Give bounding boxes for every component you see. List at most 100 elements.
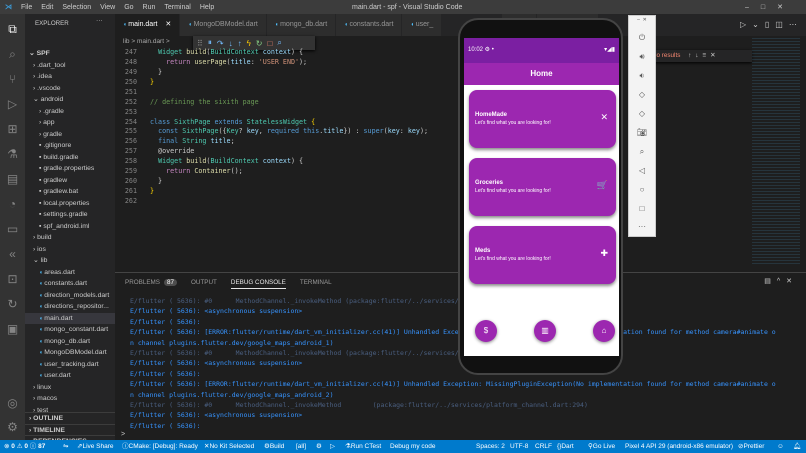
category-card-homemade[interactable]: HomeMade Let's find what you are looking … [469, 90, 616, 148]
tree-item[interactable]: ▪ settings.gradle [25, 209, 115, 221]
volume-up-icon[interactable]: 🔊︎ [629, 52, 655, 62]
more-icon[interactable]: ··· [629, 222, 655, 231]
tree-item[interactable]: ▪ build.gradle [25, 152, 115, 164]
panel-tab-problems[interactable]: PROBLEMS 87 [125, 279, 178, 289]
tree-item[interactable]: ◖ direction_models.dart [25, 290, 115, 302]
debug-my-code[interactable]: Debug my code [390, 440, 436, 453]
timeline-icon[interactable]: ◔ [5, 197, 20, 212]
folder-icon[interactable]: ▭ [5, 222, 20, 237]
flutter-icon[interactable]: « [5, 247, 20, 262]
build-button[interactable]: ⚙ Build [264, 440, 284, 453]
tree-item[interactable]: › gradle [25, 129, 115, 141]
tree-root[interactable]: ⌄ SPF [25, 48, 115, 60]
tree-item[interactable]: ⌄ lib [25, 255, 115, 267]
tab[interactable]: ◖ main.dart ✕ [115, 14, 181, 36]
testing-icon[interactable]: ⚗ [5, 147, 20, 162]
indentation-status[interactable]: Spaces: 2 [476, 440, 505, 453]
tree-item[interactable]: ◖ constants.dart [25, 278, 115, 290]
tree-item[interactable]: ◖ user.dart [25, 370, 115, 382]
menu-view[interactable]: View [100, 4, 115, 11]
editor-actions[interactable]: ▷⌄▯◫⋯ [740, 14, 803, 36]
tab[interactable]: ◖ MongoDBModel.dart [180, 14, 267, 36]
tree-item[interactable]: ⌄ android [25, 94, 115, 106]
menu-edit[interactable]: Edit [41, 4, 53, 11]
tree-item[interactable]: ◖ main.dart [25, 312, 115, 324]
tree-item[interactable]: ▪ gradlew.bat [25, 186, 115, 198]
panel-tab-debug-console[interactable]: DEBUG CONSOLE [230, 279, 286, 289]
close-icon[interactable]: ✕ [163, 21, 171, 28]
tree-item[interactable]: › macos [25, 393, 115, 405]
feedback-icon[interactable]: ☺ [777, 440, 784, 453]
run-debug-icon[interactable]: ▷ [5, 97, 20, 112]
language-status[interactable]: {} Dart [557, 440, 574, 453]
breadcrumb-file[interactable]: main.dart [137, 38, 164, 45]
go-live-button[interactable]: ⚲ Go Live [588, 440, 615, 453]
menu-go[interactable]: Go [124, 4, 133, 11]
target-button[interactable]: [all] [296, 440, 306, 453]
notebook-icon[interactable]: ▤ [5, 172, 20, 187]
tree-item[interactable]: › app [25, 117, 115, 129]
menu-run[interactable]: Run [143, 4, 156, 11]
category-card-meds[interactable]: Meds Let's find what you are looking for!… [469, 226, 616, 284]
recents-icon[interactable]: ■ [582, 347, 587, 356]
tree-item[interactable]: ◖ user_tracking.dart [25, 359, 115, 371]
window-controls[interactable]: –□✕ [745, 3, 795, 11]
tree-item[interactable]: ▪ spf_android.iml [25, 221, 115, 233]
find-nav-buttons[interactable]: ↑↓≡✕ [688, 52, 719, 59]
zoom-icon[interactable]: ⌕ [629, 147, 655, 157]
device-status[interactable]: Pixel 4 API 29 (android-x86 emulator) [625, 440, 733, 453]
bank-fab[interactable]: ⌂ [593, 320, 615, 342]
tree-item[interactable]: ◖ mongo_db.dart [25, 336, 115, 348]
tree-item[interactable]: ▪ local.properties [25, 198, 115, 210]
prettier-status[interactable]: ⊘ Prettier [738, 440, 764, 453]
explorer-icon[interactable]: ⧉ [5, 22, 20, 37]
section-timeline[interactable]: › TIMELINE [25, 423, 115, 436]
tree-item[interactable]: › ios [25, 244, 115, 256]
tree-item[interactable]: ◖ mongo_constant.dart [25, 324, 115, 336]
power-icon[interactable]: ⏻ [629, 33, 655, 43]
tree-item[interactable]: ▪ gradlew [25, 175, 115, 187]
money-fab[interactable]: $ [475, 320, 497, 342]
problems-status[interactable]: ⊗ 0 ⚠ 0 ⓘ 87 [4, 440, 45, 453]
live-share-icon[interactable]: ↻ [5, 297, 20, 312]
notifications-bell-icon[interactable]: 🔔︎ [793, 440, 801, 453]
remote-icon[interactable]: ▣ [5, 322, 20, 337]
remote-icon[interactable]: ⇋ [63, 440, 68, 453]
tree-item[interactable]: ▪ gradle.properties [25, 163, 115, 175]
tree-item[interactable]: › .dart_tool [25, 60, 115, 72]
tree-item[interactable]: ◖ directions_repositor... [25, 301, 115, 313]
tree-item[interactable]: › .vscode [25, 83, 115, 95]
console-prompt[interactable]: > [121, 431, 125, 438]
tree-item[interactable]: ◖ MongoDBModel.dart [25, 347, 115, 359]
terminal-icon[interactable]: ⊡ [5, 272, 20, 287]
tree-item[interactable]: › .idea [25, 71, 115, 83]
menu-terminal[interactable]: Terminal [164, 4, 190, 11]
section-outline[interactable]: › OUTLINE [25, 412, 115, 424]
rotate-left-icon[interactable]: ◇ [629, 90, 655, 99]
debug-gear-icon[interactable]: ⚙ [316, 440, 322, 453]
tab[interactable]: ◖ constants.dart [336, 14, 403, 36]
volume-down-icon[interactable]: 🔉︎ [629, 71, 655, 81]
eol-status[interactable]: CRLF [535, 440, 552, 453]
kit-status[interactable]: ✕ No Kit Selected [204, 440, 254, 453]
search-icon[interactable]: ⌕ [5, 47, 20, 62]
home-icon[interactable]: ● [537, 347, 542, 356]
encoding-status[interactable]: UTF-8 [510, 440, 528, 453]
account-icon[interactable]: ◎ [5, 396, 20, 411]
tab[interactable]: ◖ user_ [402, 14, 443, 36]
back-icon[interactable]: ◁ [629, 166, 655, 175]
category-card-groceries[interactable]: Groceries Let's find what you are looking… [469, 158, 616, 216]
back-icon[interactable]: ◀ [494, 347, 500, 356]
home-icon[interactable]: ○ [629, 185, 655, 194]
minimap[interactable] [752, 36, 800, 266]
extensions-icon[interactable]: ⊞ [5, 122, 20, 137]
more-actions-icon[interactable]: ··· [96, 17, 103, 24]
panel-tab-output[interactable]: OUTPUT [191, 279, 217, 289]
menu-selection[interactable]: Selection [62, 4, 91, 11]
tree-item[interactable]: ◖ areas.dart [25, 267, 115, 279]
tree-item[interactable]: › .gradle [25, 106, 115, 118]
ctest-button[interactable]: ⚗ Run CTest [345, 440, 381, 453]
tab[interactable]: ◖ mongo_db.dart [266, 14, 337, 36]
cmake-status[interactable]: ⓘ CMake: [Debug]: Ready [122, 440, 198, 453]
overview-icon[interactable]: □ [629, 204, 655, 213]
